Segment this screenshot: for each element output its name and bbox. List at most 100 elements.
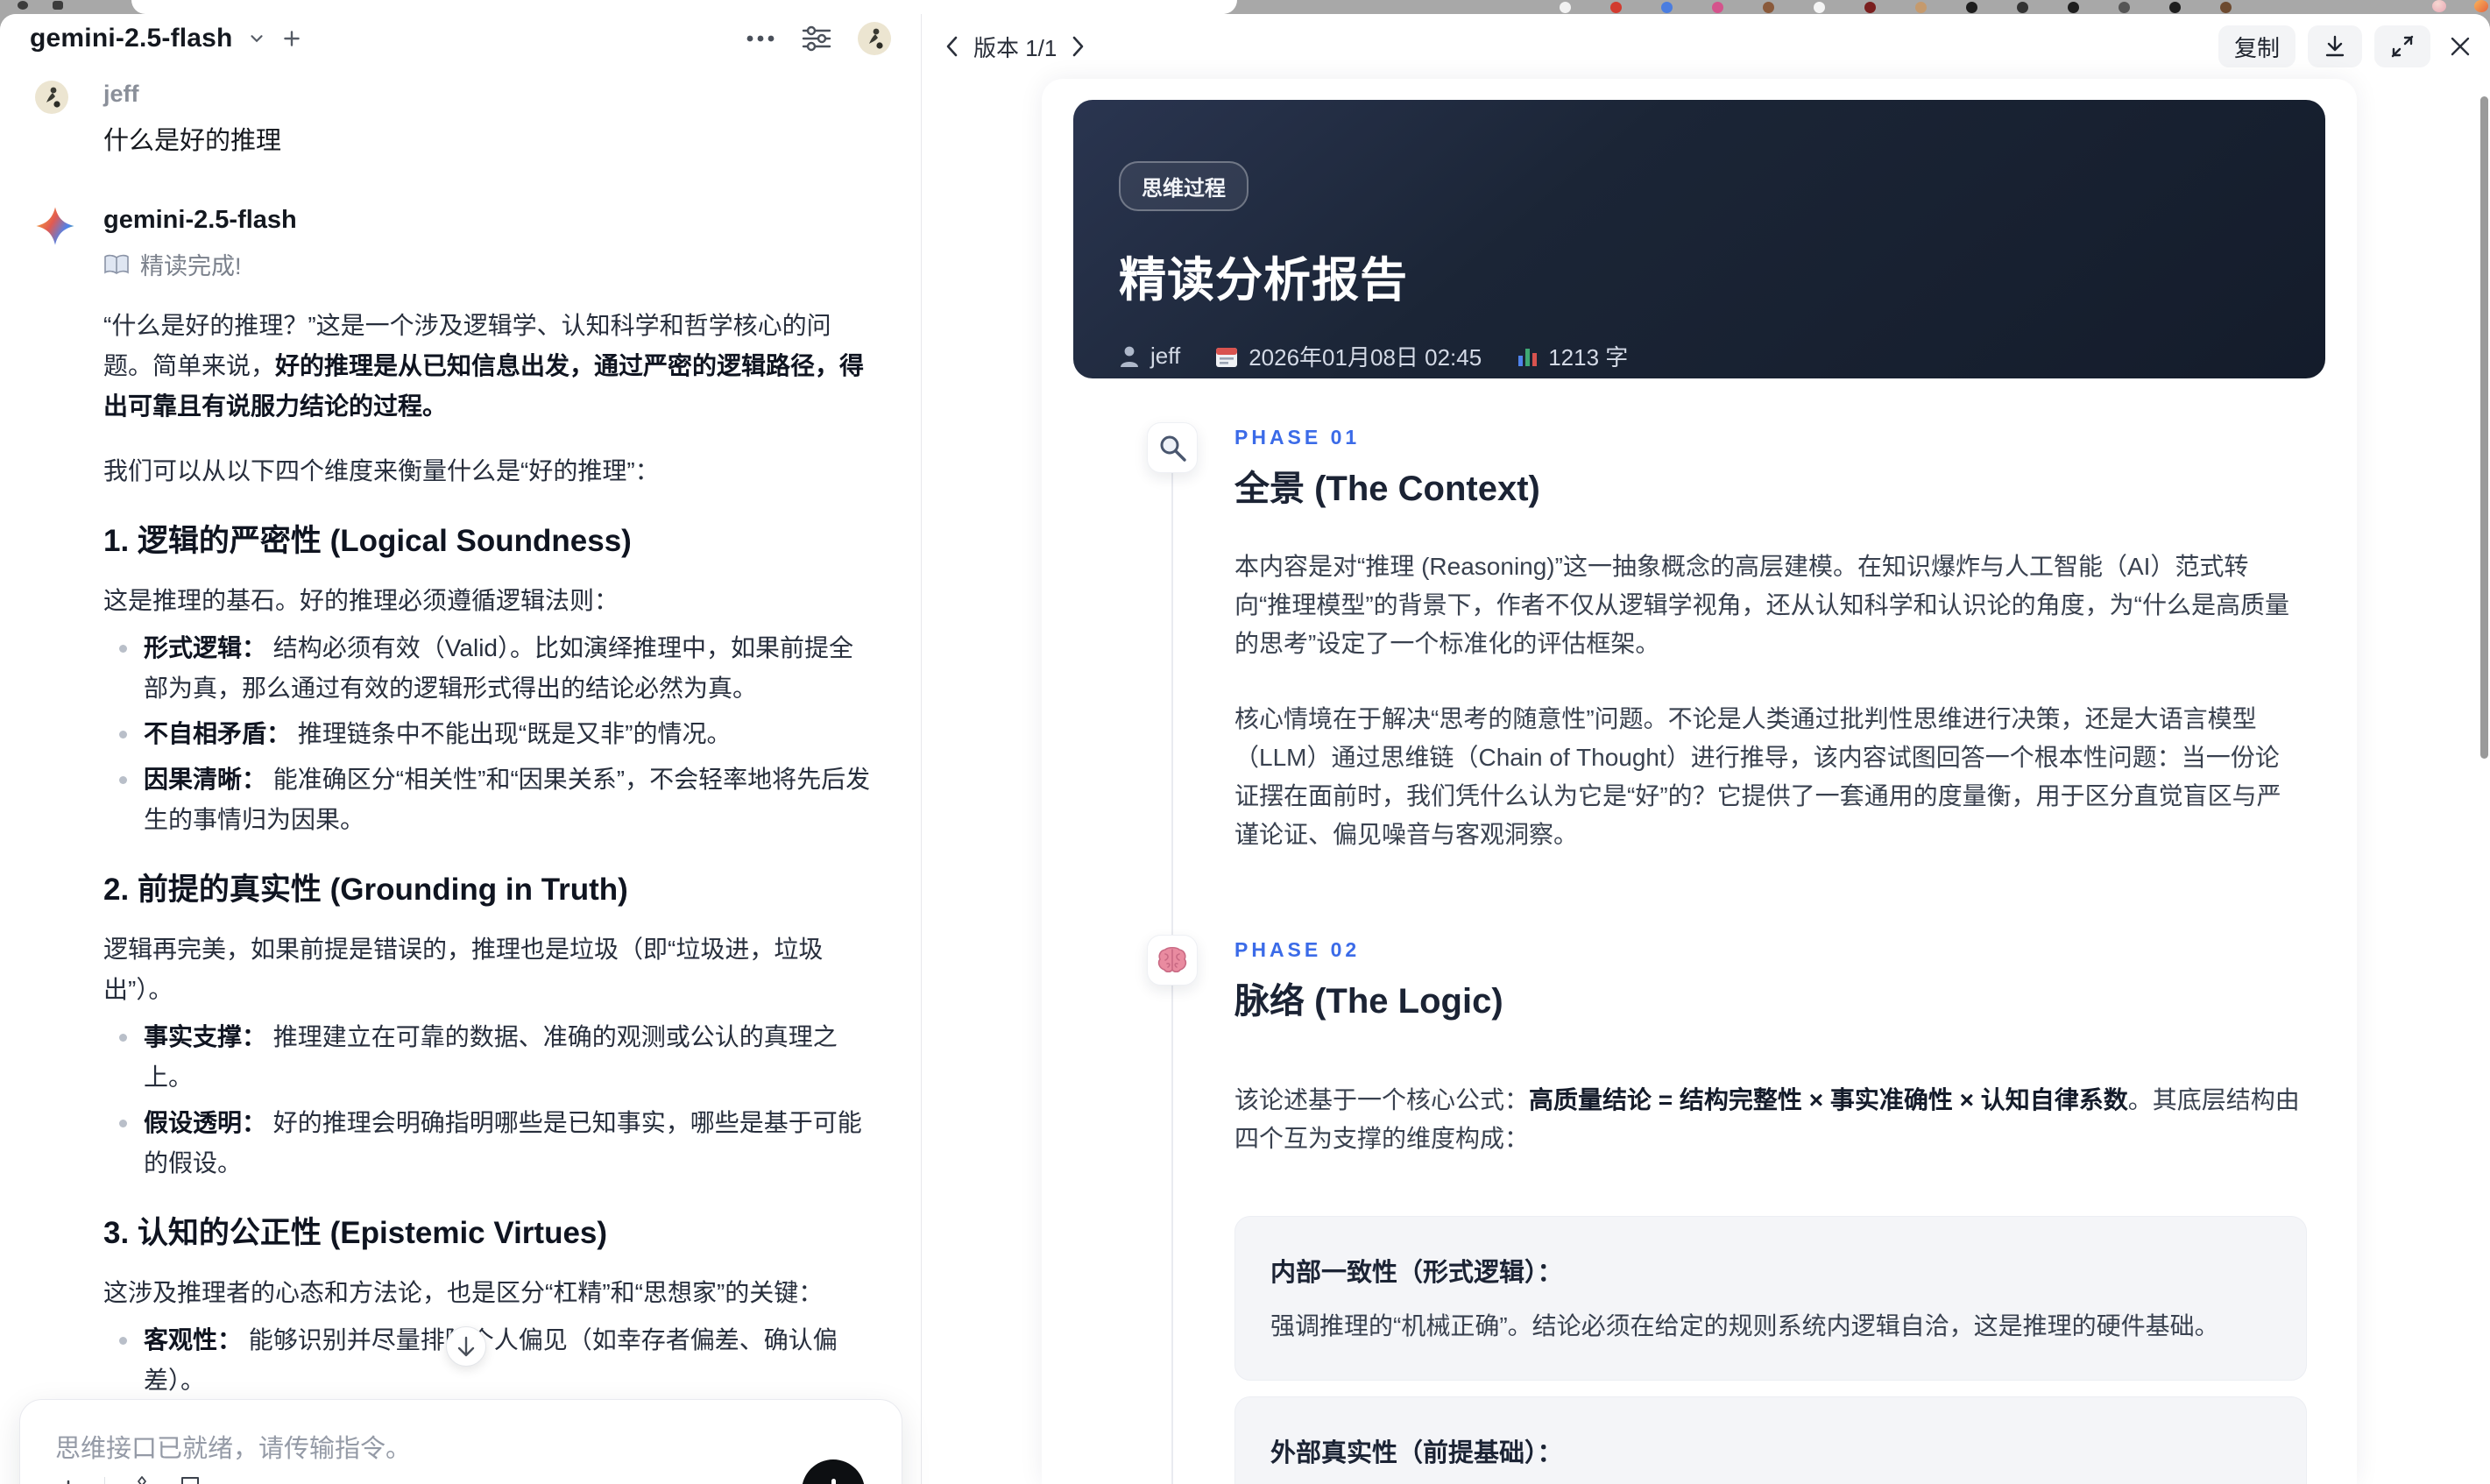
user-avatar[interactable] xyxy=(858,22,891,55)
assistant-message-row: gemini-2.5-flash 精读完成! “什么是好的推理？”这是一个涉及逻… xyxy=(35,206,877,1484)
dimension-title: 外部真实性（前提基础）： xyxy=(1270,1439,1563,1467)
phase-section-2: PHASE 02 脉络 (The Logic) 该论述基于一个核心公式：高质量结… xyxy=(1073,935,2325,1484)
bullet-list: 形式逻辑： 结构必须有效（Valid）。比如演绎推理中，如果前提全部为真，那么通… xyxy=(103,628,877,840)
brain-icon xyxy=(1147,935,1198,986)
user-message-row: jeff 什么是好的推理 xyxy=(35,81,877,157)
close-icon xyxy=(2451,37,2470,56)
calendar-icon xyxy=(1216,347,1238,367)
extension-icon[interactable] xyxy=(1915,2,1927,13)
list-item: 假设透明： 好的推理会明确指明哪些是已知事实，哪些是基于可能的假设。 xyxy=(103,1103,877,1184)
browser-back-icon[interactable] xyxy=(18,1,28,10)
app-window: gemini-2.5-flash jeff 什么是好的推理 gemini-2.5… xyxy=(0,14,2490,1484)
extension-icon[interactable] xyxy=(1814,2,1825,13)
browser-apps-icon[interactable] xyxy=(53,1,63,10)
divider xyxy=(104,1477,105,1484)
chevron-right-icon[interactable] xyxy=(1071,35,1086,58)
extension-icon[interactable] xyxy=(2068,2,2079,13)
bullet-list: 事实支撑： 推理建立在可靠的数据、准确的观测或公认的真理之上。 假设透明： 好的… xyxy=(103,1017,877,1184)
section-heading: 1. 逻辑的严密性 (Logical Soundness) xyxy=(103,524,632,558)
report-word-count: 1213 字 xyxy=(1517,340,1628,372)
chevron-left-icon[interactable] xyxy=(944,35,959,58)
conversation-title[interactable]: gemini-2.5-flash xyxy=(30,24,233,53)
download-icon xyxy=(2325,35,2345,57)
section-heading: 3. 认知的公正性 (Epistemic Virtues) xyxy=(103,1216,608,1250)
report-header-card: 思维过程 精读分析报告 jeff 2026年01月08日 02:45 1213 … xyxy=(1073,100,2325,378)
close-panel-button[interactable] xyxy=(2443,35,2478,58)
extension-icon[interactable] xyxy=(1661,2,1673,13)
chat-composer[interactable]: 思维接口已就绪，请传输指令。 xyxy=(19,1399,902,1484)
screen: gemini-2.5-flash jeff 什么是好的推理 gemini-2.5… xyxy=(0,0,2490,1484)
dimension-body: 强调推理的“机械正确”。结论必须在给定的规则系统内逻辑自洽，这是推理的硬件基础。 xyxy=(1270,1312,2219,1339)
report-formula-paragraph: 该论述基于一个核心公式：高质量结论 = 结构完整性 × 事实准确性 × 认知自律… xyxy=(1234,1086,2300,1152)
dimension-title: 内部一致性（形式逻辑）： xyxy=(1270,1259,1563,1287)
report-date: 2026年01月08日 02:45 xyxy=(1215,340,1482,372)
dimension-boxes: 内部一致性（形式逻辑）： 强调推理的“机械正确”。结论必须在给定的规则系统内逻辑… xyxy=(1234,1216,2307,1484)
browser-extension-avatar[interactable] xyxy=(2474,0,2488,12)
report-paragraph: 核心情境在于解决“思考的随意性”问题。不论是人类通过批判性思维进行决策，还是大语… xyxy=(1234,705,2281,848)
list-item: 不自相矛盾： 推理链条中不能出现“既是又非”的情况。 xyxy=(103,714,877,754)
report-document[interactable]: 思维过程 精读分析报告 jeff 2026年01月08日 02:45 1213 … xyxy=(1042,79,2357,1484)
assistant-status: 精读完成! xyxy=(103,247,877,281)
extension-icon[interactable] xyxy=(2119,2,2130,13)
section-heading: 2. 前提的真实性 (Grounding in Truth) xyxy=(103,873,628,907)
phase-kicker: PHASE 01 xyxy=(1234,426,1361,449)
scroll-to-bottom-button[interactable] xyxy=(446,1326,486,1367)
list-item: 事实支撑： 推理建立在可靠的数据、准确的观测或公认的真理之上。 xyxy=(103,1017,877,1098)
assistant-paragraph: “什么是好的推理？”这是一个涉及逻辑学、认知科学和哲学核心的问题。简单来说，好的… xyxy=(103,312,865,420)
skills-icon[interactable] xyxy=(128,1475,156,1484)
user-name: jeff xyxy=(103,81,139,107)
extension-icon[interactable] xyxy=(2017,2,2028,13)
dimension-box: 外部真实性（前提基础）： 强调推理的“经验校准”。解决“GIGO（垃圾进，垃圾出… xyxy=(1234,1396,2307,1484)
report-meta: jeff 2026年01月08日 02:45 1213 字 xyxy=(1119,340,2276,372)
extension-icon[interactable] xyxy=(2220,2,2232,13)
more-options-icon[interactable] xyxy=(746,34,775,43)
expand-button[interactable] xyxy=(2374,25,2430,67)
artifact-panel: 版本 1/1 复制 思维过程 精读分析报告 jeff 2026年01月08日 0… xyxy=(923,14,2490,1484)
report-author: jeff xyxy=(1119,343,1180,370)
arrow-down-icon xyxy=(457,1336,475,1357)
new-chat-button[interactable] xyxy=(280,27,303,50)
chat-input[interactable]: 思维接口已就绪，请传输指令。 xyxy=(55,1428,867,1465)
report-phases: PHASE 01 全景 (The Context) 本内容是对“推理 (Reas… xyxy=(1073,378,2325,1484)
browser-url-bar[interactable] xyxy=(131,0,1237,14)
version-navigator: 版本 1/1 xyxy=(944,31,1086,63)
extension-icon[interactable] xyxy=(1864,2,1876,13)
artifact-toolbar: 版本 1/1 复制 xyxy=(923,14,2490,79)
book-icon xyxy=(104,254,129,274)
phase-section-1: PHASE 01 全景 (The Context) 本内容是对“推理 (Reas… xyxy=(1073,422,2325,854)
phase-title: 脉络 (The Logic) xyxy=(1234,982,1503,1021)
phase-title: 全景 (The Context) xyxy=(1234,470,1540,508)
user-message-text: 什么是好的推理 xyxy=(103,127,282,155)
scrollbar-thumb[interactable] xyxy=(2480,96,2488,759)
scrollbar[interactable] xyxy=(2480,93,2488,1480)
extension-icon[interactable] xyxy=(1966,2,1977,13)
copy-button[interactable]: 复制 xyxy=(2218,25,2295,67)
report-title: 精读分析报告 xyxy=(1119,254,1408,307)
bookmark-icon[interactable] xyxy=(179,1476,202,1484)
model-settings-icon[interactable] xyxy=(802,25,831,52)
chat-header: gemini-2.5-flash xyxy=(0,14,921,63)
list-item: 形式逻辑： 结构必须有效（Valid）。比如演绎推理中，如果前提全部为真，那么通… xyxy=(103,628,877,709)
download-button[interactable] xyxy=(2308,25,2362,67)
magnifier-icon xyxy=(1147,422,1198,473)
section-intro: 逻辑再完美，如果前提是错误的，推理也是垃圾（即“垃圾进，垃圾出”）。 xyxy=(103,936,824,1003)
extension-icon[interactable] xyxy=(2169,2,2181,13)
expand-icon xyxy=(2391,35,2414,58)
list-item: 因果清晰： 能准确区分“相关性”和“因果关系”，不会轻率地将先后发生的事情归为因… xyxy=(103,760,877,840)
extension-icon[interactable] xyxy=(1763,2,1774,13)
report-badge: 思维过程 xyxy=(1119,161,1249,211)
section-intro: 这是推理的基石。好的推理必须遵循逻辑法则： xyxy=(103,587,619,614)
assistant-paragraph: 我们可以从以下四个维度来衡量什么是“好的推理”： xyxy=(103,457,660,484)
chevron-down-icon[interactable] xyxy=(247,29,266,48)
dimension-box: 内部一致性（形式逻辑）： 强调推理的“机械正确”。结论必须在给定的规则系统内逻辑… xyxy=(1234,1216,2307,1381)
extension-icon[interactable] xyxy=(1610,2,1622,13)
chat-message-list[interactable]: jeff 什么是好的推理 gemini-2.5-flash 精读完成! “什么是… xyxy=(0,63,921,1484)
browser-profile-avatar[interactable] xyxy=(2432,0,2446,12)
chat-panel: gemini-2.5-flash jeff 什么是好的推理 gemini-2.5… xyxy=(0,14,922,1484)
extension-icon[interactable] xyxy=(1712,2,1723,13)
assistant-name: gemini-2.5-flash xyxy=(103,206,297,234)
extension-icon[interactable] xyxy=(1560,2,1571,13)
browser-toolbar xyxy=(0,0,2490,14)
attach-plus-icon[interactable] xyxy=(55,1477,81,1484)
report-paragraph: 本内容是对“推理 (Reasoning)”这一抽象概念的高层建模。在知识爆炸与人… xyxy=(1234,553,2289,657)
